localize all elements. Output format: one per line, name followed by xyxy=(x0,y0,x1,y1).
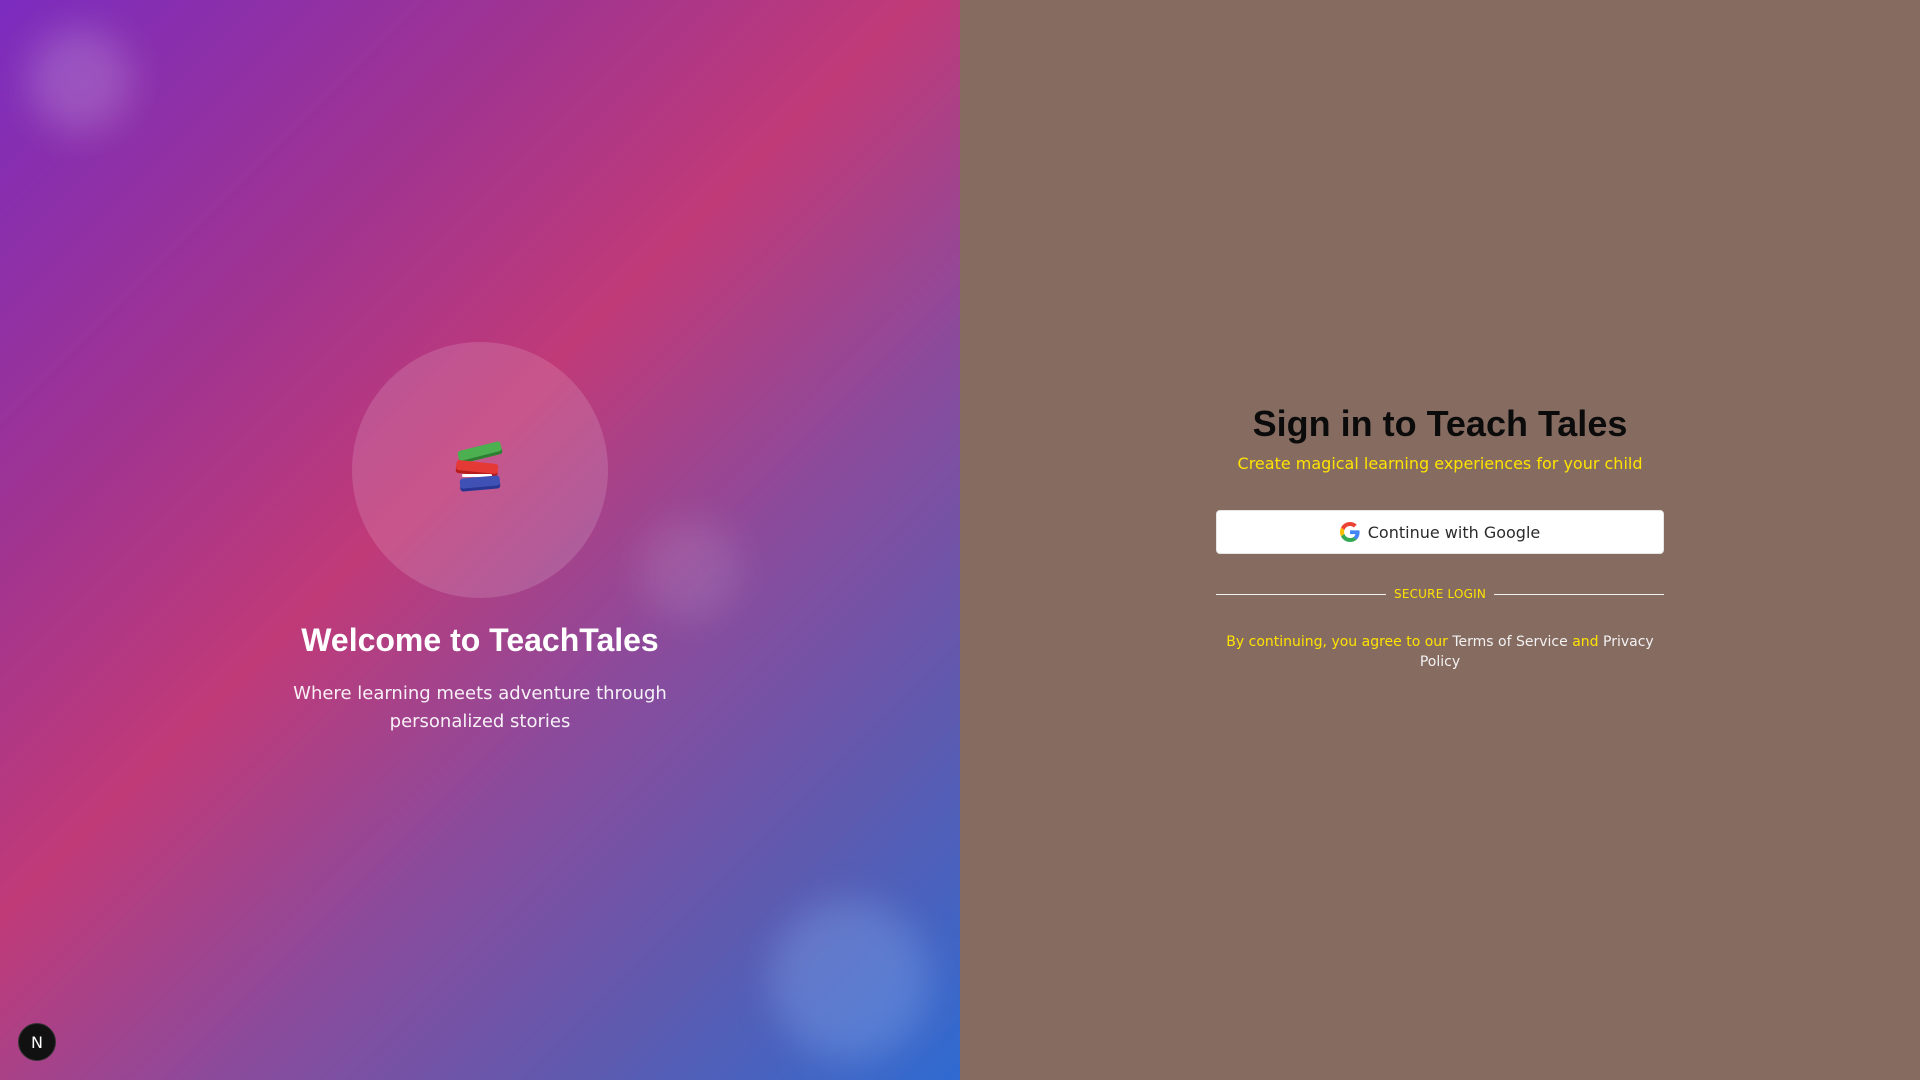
legal-and: and xyxy=(1572,634,1599,650)
divider-line xyxy=(1494,593,1665,595)
continue-with-google-button[interactable]: Continue with Google xyxy=(1216,510,1664,554)
decorative-blob xyxy=(770,900,930,1060)
divider-line xyxy=(1216,593,1386,595)
decorative-blob xyxy=(28,28,132,132)
decorative-blob xyxy=(640,520,740,620)
google-icon xyxy=(1339,522,1360,542)
logo-circle xyxy=(352,342,608,598)
signin-subtitle: Create magical learning experiences for … xyxy=(1237,454,1643,473)
legal-prefix: By continuing, you agree to our xyxy=(1226,634,1448,650)
signin-page: Welcome to TeachTales Where learning mee… xyxy=(0,0,1920,1080)
n-badge-letter: N xyxy=(31,1032,43,1052)
terms-of-service-link[interactable]: Terms of Service xyxy=(1452,634,1567,650)
welcome-panel: Welcome to TeachTales Where learning mee… xyxy=(0,0,960,1080)
n-badge-icon[interactable]: N xyxy=(18,1023,56,1061)
secure-login-divider: SECURE LOGIN xyxy=(1216,585,1665,603)
signin-title: Sign in to Teach Tales xyxy=(1252,403,1628,444)
welcome-title: Welcome to TeachTales xyxy=(301,622,659,658)
legal-notice: By continuing, you agree to our Terms of… xyxy=(1216,632,1664,672)
google-button-label: Continue with Google xyxy=(1367,522,1541,542)
divider-text: SECURE LOGIN xyxy=(1394,587,1487,601)
signin-panel: Sign in to Teach Tales Create magical le… xyxy=(960,0,1920,1080)
books-icon xyxy=(452,440,508,500)
welcome-subtitle: Where learning meets adventure through p… xyxy=(293,683,667,732)
